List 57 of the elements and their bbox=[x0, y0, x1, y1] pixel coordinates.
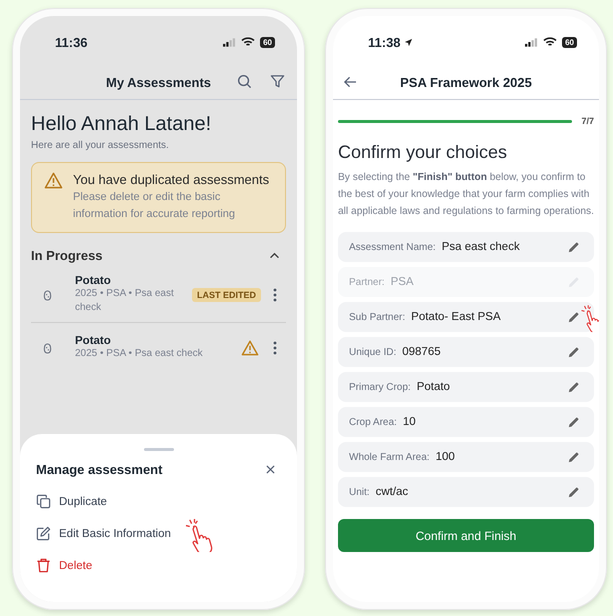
copy-icon bbox=[36, 494, 51, 509]
greeting-heading: Hello Annah Latane! bbox=[31, 113, 212, 136]
summary-field[interactable]: Whole Farm Area: 100 bbox=[338, 442, 594, 472]
section-title: In Progress bbox=[31, 248, 103, 263]
back-arrow-icon[interactable] bbox=[343, 76, 357, 88]
confirm-description: By selecting the "Finish" button below, you confirm to the best of your knowledge that your farm complies with all applicable laws and regulations to farming operations. bbox=[338, 171, 594, 219]
sheet-action[interactable]: Delete bbox=[59, 560, 92, 572]
step-counter: 7/7 bbox=[581, 116, 594, 126]
screen-title: My Assessments bbox=[106, 74, 211, 90]
location-arrow-icon bbox=[404, 38, 413, 46]
sheet-title: Manage assessment bbox=[36, 462, 162, 477]
status-time: 11:38 bbox=[368, 34, 401, 50]
summary-field[interactable]: Primary Crop: Potato bbox=[338, 372, 594, 402]
greeting-subtitle: Here are all your assessments. bbox=[31, 140, 170, 151]
assessment-details: 2025 • PSA • Psa east check bbox=[75, 287, 175, 315]
last-edited-badge: LAST EDITED bbox=[192, 288, 261, 302]
pencil-icon[interactable] bbox=[567, 486, 580, 498]
summary-field[interactable]: Unit: cwt/ac bbox=[338, 477, 594, 507]
filter-icon[interactable] bbox=[270, 74, 285, 89]
more-options-icon[interactable] bbox=[273, 288, 277, 302]
potato-icon bbox=[43, 342, 52, 354]
assessment-details: 2025 • PSA • Psa east check bbox=[75, 347, 204, 361]
status-time: 11:36 bbox=[55, 34, 88, 50]
potato-icon bbox=[43, 290, 52, 300]
wifi-icon bbox=[241, 37, 256, 47]
screen-title: PSA Framework 2025 bbox=[400, 74, 532, 90]
more-options-icon[interactable] bbox=[273, 341, 277, 355]
pencil-icon[interactable] bbox=[567, 310, 580, 324]
signal-icon bbox=[223, 38, 236, 46]
signal-icon bbox=[525, 38, 538, 46]
edit-icon bbox=[36, 526, 51, 541]
confirm-finish-button[interactable]: Confirm and Finish bbox=[338, 519, 594, 552]
alert-message: Please delete or edit the basic information for accurate reporting bbox=[73, 190, 236, 222]
battery-indicator: 60 bbox=[260, 36, 275, 48]
confirm-heading: Confirm your choices bbox=[338, 142, 508, 163]
pencil-icon[interactable] bbox=[567, 240, 580, 254]
sheet-action[interactable]: Duplicate bbox=[59, 496, 107, 508]
battery-indicator: 60 bbox=[562, 36, 577, 48]
trash-icon bbox=[36, 558, 51, 573]
assessment-name: Potato bbox=[75, 335, 112, 347]
close-icon[interactable] bbox=[266, 465, 275, 474]
search-icon[interactable] bbox=[237, 74, 252, 89]
assessment-name: Potato bbox=[75, 275, 112, 287]
caret-icon[interactable] bbox=[269, 252, 280, 259]
summary-field[interactable]: Crop Area: 10 bbox=[338, 407, 594, 437]
alert-title: You have duplicated assessments bbox=[73, 172, 270, 187]
summary-field[interactable]: Assessment Name: Psa east check bbox=[338, 232, 594, 262]
pencil-icon[interactable] bbox=[567, 346, 580, 358]
warning-icon bbox=[44, 172, 63, 189]
pencil-icon[interactable] bbox=[567, 380, 580, 394]
wifi-icon bbox=[543, 37, 558, 47]
summary-field[interactable]: Unique ID: 098765 bbox=[338, 337, 594, 367]
sheet-action[interactable]: Edit Basic Information bbox=[59, 528, 171, 540]
sheet-handle[interactable] bbox=[144, 448, 174, 451]
pencil-icon[interactable] bbox=[567, 450, 580, 464]
summary-field[interactable]: Sub Partner: Potato- East PSA bbox=[338, 302, 594, 332]
pencil-icon[interactable] bbox=[567, 416, 580, 428]
